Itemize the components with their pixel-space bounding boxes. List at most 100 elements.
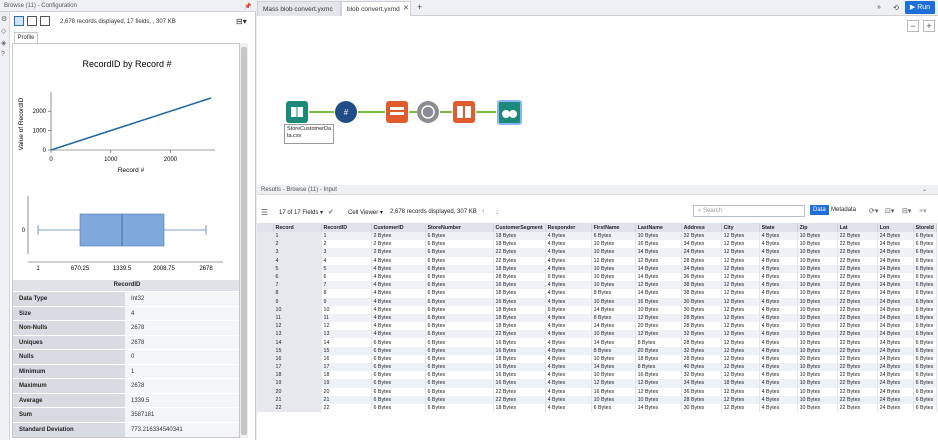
table-cell[interactable]: 14 Bytes xyxy=(591,322,636,331)
table-cell[interactable]: 22 Bytes xyxy=(837,305,878,314)
table-cell[interactable]: 10 Bytes xyxy=(591,371,636,380)
table-cell[interactable]: 6 Bytes xyxy=(425,232,494,241)
check-icon[interactable]: ✔ xyxy=(328,208,334,216)
table-cell[interactable]: 8 Bytes xyxy=(591,289,636,298)
table-cell[interactable]: 22 xyxy=(321,403,372,413)
table-cell[interactable]: 6 Bytes xyxy=(913,256,937,265)
row-number[interactable]: 20 xyxy=(273,387,322,396)
row-number[interactable]: 19 xyxy=(273,379,322,388)
table-cell[interactable]: 10 Bytes xyxy=(797,256,838,265)
collapse-icon[interactable]: ⌄ xyxy=(922,186,927,193)
table-cell[interactable]: 16 Bytes xyxy=(493,297,546,306)
column-header[interactable]: LastName xyxy=(635,223,682,232)
row-selector[interactable] xyxy=(257,289,274,298)
row-selector[interactable] xyxy=(257,379,274,388)
column-header[interactable]: Record xyxy=(273,223,322,232)
table-cell[interactable]: 12 Bytes xyxy=(721,354,760,363)
table-cell[interactable]: 10 Bytes xyxy=(797,395,838,404)
table-cell[interactable]: 10 Bytes xyxy=(797,289,838,298)
row-number[interactable]: 7 xyxy=(273,281,322,290)
table-cell[interactable]: 34 Bytes xyxy=(681,264,722,273)
table-cell[interactable]: 4 Bytes xyxy=(759,363,798,372)
table-cell[interactable]: 4 Bytes xyxy=(371,264,426,273)
history-icon[interactable]: ⟲ xyxy=(893,4,899,12)
table-cell[interactable]: 20 Bytes xyxy=(635,322,682,331)
table-cell[interactable]: 10 Bytes xyxy=(797,281,838,290)
table-cell[interactable]: 22 Bytes xyxy=(837,313,878,323)
row-selector[interactable] xyxy=(257,272,274,282)
table-row[interactable]: 14 14 6 Bytes 6 Bytes 16 Bytes 4 Bytes 14 Byte… xyxy=(257,338,937,347)
table-cell[interactable]: 6 Bytes xyxy=(913,305,937,314)
table-cell[interactable]: 18 Bytes xyxy=(493,264,546,273)
table-cell[interactable]: 19 xyxy=(321,379,372,388)
table-cell[interactable]: 10 Bytes xyxy=(591,272,636,282)
row-number[interactable]: 1 xyxy=(273,232,322,241)
table-row[interactable]: 16 16 6 Bytes 6 Bytes 18 Bytes 4 Bytes 10 Byte… xyxy=(257,354,937,363)
table-cell[interactable]: 20 Bytes xyxy=(797,354,838,363)
table-cell[interactable]: 12 Bytes xyxy=(635,379,682,388)
table-row[interactable]: 21 21 6 Bytes 6 Bytes 22 Bytes 4 Bytes 10 Byte… xyxy=(257,395,937,404)
table-cell[interactable]: 4 Bytes xyxy=(545,346,592,355)
table-cell[interactable]: 32 Bytes xyxy=(681,371,722,380)
table-row[interactable]: 18 18 6 Bytes 6 Bytes 16 Bytes 4 Bytes 10 Byte… xyxy=(257,371,937,380)
table-cell[interactable]: 6 Bytes xyxy=(371,371,426,380)
table-cell[interactable]: 10 Bytes xyxy=(591,330,636,339)
table-cell[interactable]: 21 xyxy=(321,395,372,404)
table-cell[interactable]: 4 Bytes xyxy=(371,297,426,306)
table-cell[interactable]: 24 Bytes xyxy=(681,248,722,257)
table-cell[interactable]: 12 Bytes xyxy=(721,297,760,306)
table-cell[interactable]: 8 Bytes xyxy=(635,363,682,372)
table-cell[interactable]: 10 Bytes xyxy=(797,232,838,241)
table-cell[interactable]: 22 Bytes xyxy=(837,330,878,339)
tab-mass-blob-convert[interactable]: Mass blob convert.yxmc xyxy=(257,1,341,16)
table-cell[interactable]: 6 Bytes xyxy=(425,338,494,347)
close-tab-icon[interactable]: ✕ xyxy=(403,4,409,12)
table-cell[interactable]: 14 Bytes xyxy=(591,338,636,347)
table-cell[interactable]: 22 Bytes xyxy=(837,403,878,413)
table-cell[interactable]: 6 Bytes xyxy=(591,403,636,413)
table-cell[interactable]: 10 Bytes xyxy=(635,232,682,241)
table-cell[interactable]: 12 Bytes xyxy=(721,305,760,314)
table-cell[interactable]: 24 Bytes xyxy=(877,387,914,396)
more-icon[interactable]: ≡▾ xyxy=(919,207,927,215)
table-cell[interactable]: 16 Bytes xyxy=(635,297,682,306)
table-cell[interactable]: 24 Bytes xyxy=(877,346,914,355)
table-cell[interactable]: 22 Bytes xyxy=(837,354,878,363)
table-cell[interactable]: 22 Bytes xyxy=(837,346,878,355)
table-row[interactable]: 884 Bytes 6 Bytes 18 Bytes 4 Bytes 8 Bytes 14… xyxy=(257,289,937,298)
table-cell[interactable]: 22 Bytes xyxy=(837,297,878,306)
table-cell[interactable]: 24 Bytes xyxy=(877,395,914,404)
table-cell[interactable]: 8 Bytes xyxy=(635,338,682,347)
table-cell[interactable]: 10 Bytes xyxy=(591,395,636,404)
table-cell[interactable]: 32 Bytes xyxy=(681,330,722,339)
table-cell[interactable]: 6 Bytes xyxy=(425,264,494,273)
table-cell[interactable]: 6 xyxy=(321,272,372,282)
column-header[interactable]: CustomerSegment xyxy=(493,223,546,232)
table-cell[interactable]: 16 xyxy=(321,354,372,363)
table-cell[interactable]: 18 Bytes xyxy=(493,354,546,363)
table-cell[interactable]: 4 Bytes xyxy=(759,403,798,413)
table-cell[interactable]: 18 Bytes xyxy=(493,305,546,314)
table-row[interactable]: 12 12 4 Bytes 6 Bytes 18 Bytes 4 Bytes 14 Byte… xyxy=(257,322,937,331)
sort-icon[interactable]: ⟳▾ xyxy=(869,207,878,215)
table-cell[interactable]: 10 Bytes xyxy=(635,395,682,404)
row-selector[interactable] xyxy=(257,403,274,413)
browse-tool-icon[interactable] xyxy=(497,100,522,125)
table-cell[interactable]: 6 Bytes xyxy=(425,256,494,265)
table-cell[interactable]: 4 Bytes xyxy=(759,371,798,380)
table-cell[interactable]: 22 Bytes xyxy=(837,272,878,282)
table-cell[interactable]: 12 Bytes xyxy=(721,232,760,241)
table-cell[interactable]: 12 Bytes xyxy=(721,272,760,282)
table-cell[interactable]: 22 Bytes xyxy=(837,240,878,249)
row-number[interactable]: 15 xyxy=(273,346,322,355)
table-cell[interactable]: 4 Bytes xyxy=(371,289,426,298)
table-cell[interactable]: 6 Bytes xyxy=(913,338,937,347)
column-header[interactable]: CustomerID xyxy=(371,223,426,232)
table-cell[interactable]: 10 Bytes xyxy=(591,264,636,273)
table-row[interactable]: 444 Bytes 6 Bytes 22 Bytes 4 Bytes 12 Bytes 1… xyxy=(257,256,937,265)
row-number[interactable]: 6 xyxy=(273,272,322,282)
table-cell[interactable]: 4 Bytes xyxy=(545,256,592,265)
zoom-out-button[interactable]: − xyxy=(907,20,919,32)
row-selector[interactable] xyxy=(257,363,274,372)
table-cell[interactable]: 28 Bytes xyxy=(681,395,722,404)
